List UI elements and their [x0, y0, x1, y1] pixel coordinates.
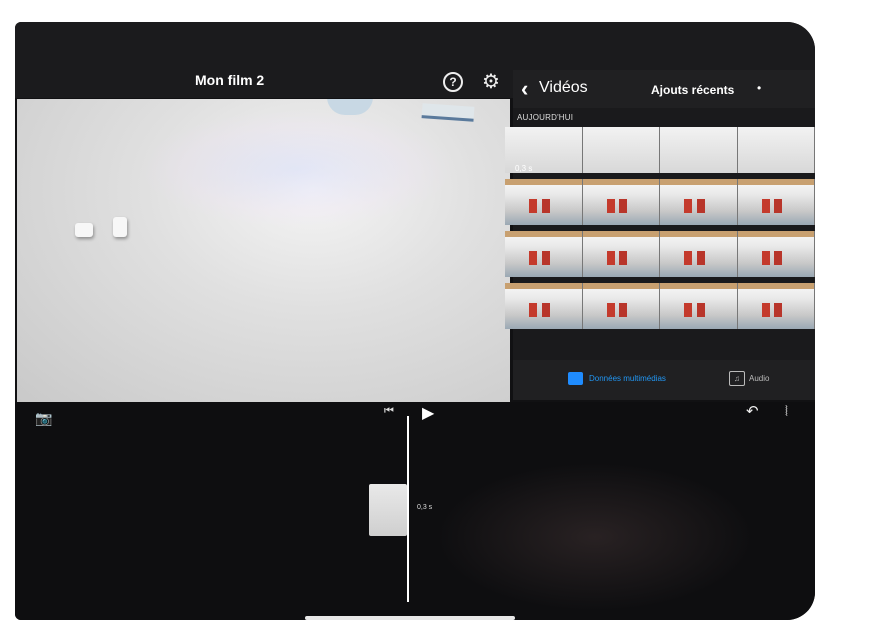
- browser-header: ‹ Vidéos Ajouts récents •: [513, 70, 815, 108]
- clip-frame: [660, 283, 738, 329]
- screen-reflection: [435, 462, 755, 612]
- media-icon[interactable]: [568, 372, 583, 385]
- clip-frame: [582, 283, 660, 329]
- clip-frame: [737, 231, 815, 277]
- clip-frame: [582, 127, 660, 173]
- chevron-left-icon[interactable]: ‹: [521, 76, 528, 102]
- video-preview[interactable]: [17, 99, 510, 402]
- preview-sheen: [137, 109, 457, 229]
- clip-frame: [660, 179, 738, 225]
- clip-duration: 0,3 s: [515, 164, 533, 173]
- camera-icon[interactable]: 📷: [35, 410, 52, 427]
- music-note-icon[interactable]: ♫: [729, 371, 745, 386]
- tab-audio[interactable]: Audio: [749, 374, 769, 383]
- browser-title: Ajouts récents: [651, 83, 735, 97]
- back-button[interactable]: Vidéos: [539, 79, 588, 97]
- thumbnail-grid: 0,3 s: [505, 127, 815, 355]
- audio-waveform-icon[interactable]: ⦚: [785, 403, 788, 420]
- clip-frame: [737, 179, 815, 225]
- playhead[interactable]: [407, 416, 409, 602]
- section-header: AUJOURD'HUI: [517, 113, 574, 122]
- clip-frame: [737, 127, 815, 173]
- skip-to-start-icon[interactable]: ⏮: [384, 405, 394, 418]
- clip-frame: [505, 179, 583, 225]
- clip-frame: [737, 283, 815, 329]
- home-indicator[interactable]: [305, 616, 515, 620]
- clip-strip[interactable]: 0,3 s: [505, 127, 815, 173]
- clip-frame: [582, 179, 660, 225]
- timeline[interactable]: 📷 ⏮ ▶ ↶ ⦚ 0,3 s: [15, 402, 815, 620]
- media-browser: ‹ Vidéos Ajouts récents • AUJOURD'HUI 0,…: [505, 70, 815, 400]
- clip-frame: [505, 231, 583, 277]
- preview-cup-right: [113, 217, 127, 237]
- clip-strip[interactable]: [505, 231, 815, 277]
- clip-strip[interactable]: [505, 283, 815, 329]
- more-dot-icon: •: [757, 81, 762, 95]
- preview-box: [421, 103, 475, 122]
- gear-icon[interactable]: ⚙: [482, 69, 500, 94]
- preview-cup-left: [75, 223, 93, 237]
- clip-strip[interactable]: [505, 179, 815, 225]
- tab-media[interactable]: Données multimédias: [589, 374, 666, 383]
- clip-frame: [660, 127, 738, 173]
- project-title: Mon film 2: [195, 72, 265, 88]
- clip-frame: [505, 283, 583, 329]
- undo-icon[interactable]: ↶: [746, 402, 759, 420]
- timeline-clip-duration: 0,3 s: [417, 504, 433, 511]
- help-icon[interactable]: ?: [443, 72, 463, 92]
- clip-frame: [582, 231, 660, 277]
- timeline-clip[interactable]: [369, 484, 407, 536]
- play-icon[interactable]: ▶: [422, 403, 434, 423]
- clip-frame: [660, 231, 738, 277]
- ipad-screen: Mon film 2 ? ⚙ ‹ Vidéos Ajouts récents •…: [15, 22, 815, 620]
- browser-tabs: Données multimédias ♫ Audio: [513, 360, 815, 400]
